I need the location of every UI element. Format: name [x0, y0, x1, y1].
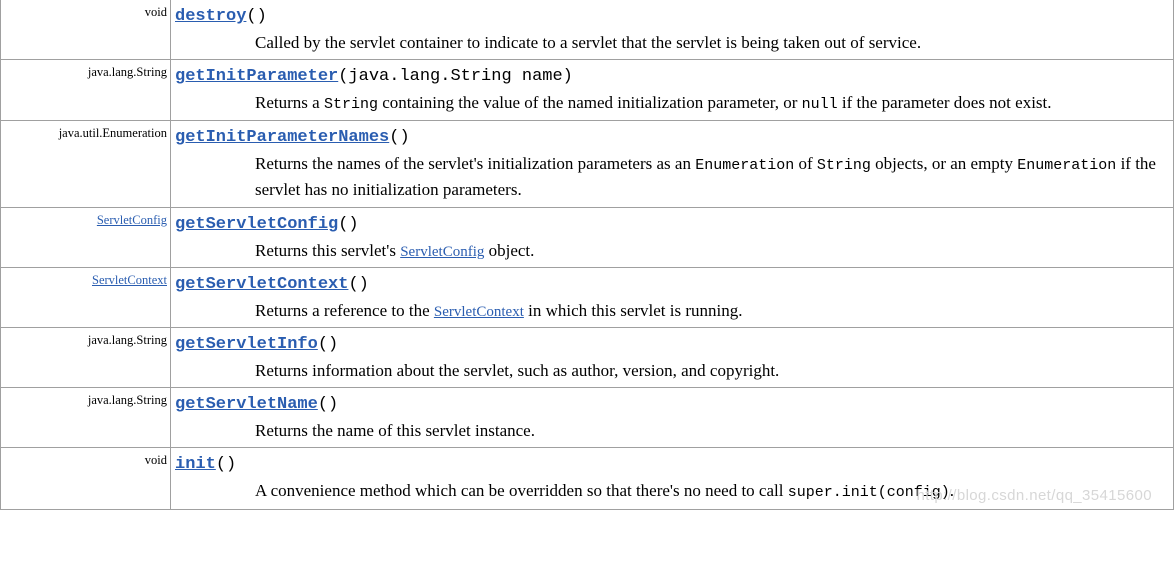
method-params: () — [318, 335, 338, 354]
table-row: voidinit() A convenience method which can… — [1, 448, 1174, 509]
return-type: ServletContext — [1, 268, 171, 328]
table-row: java.util.EnumerationgetInitParameterNam… — [1, 121, 1174, 208]
table-row: ServletConfig getServletConfig() Returns t… — [1, 207, 1174, 267]
table-row: ServletContext getServletContext() Returns… — [1, 268, 1174, 328]
method-description: Returns a reference to the ServletContex… — [175, 298, 1169, 324]
inline-code: String — [817, 157, 871, 174]
method-params: () — [246, 7, 266, 26]
method-cell: getServletInfo() Returns information abou… — [171, 328, 1174, 388]
inline-code: String — [324, 96, 378, 113]
method-cell: getInitParameter(java.lang.String name) R… — [171, 60, 1174, 121]
inline-type-link[interactable]: ServletConfig — [400, 244, 484, 260]
method-description: Returns a String containing the value of… — [175, 90, 1169, 117]
method-link[interactable]: init — [175, 455, 216, 474]
method-description: Returns this servlet's ServletConfig obj… — [175, 238, 1169, 264]
return-type: java.lang.String — [1, 328, 171, 388]
method-params: () — [318, 395, 338, 414]
method-cell: getInitParameterNames() Returns the names… — [171, 121, 1174, 208]
table-row: java.lang.StringgetServletInfo() Returns … — [1, 328, 1174, 388]
method-link[interactable]: getServletContext — [175, 275, 348, 294]
table-row: java.lang.StringgetInitParameter(java.la… — [1, 60, 1174, 121]
method-summary-table: voiddestroy()Called by the servlet conta… — [0, 0, 1174, 510]
table-row: java.lang.StringgetServletName() Returns … — [1, 388, 1174, 448]
method-cell: getServletName() Returns the name of this… — [171, 388, 1174, 448]
method-params: () — [389, 128, 409, 147]
method-cell: init() A convenience method which can be … — [171, 448, 1174, 509]
method-params: () — [216, 455, 236, 474]
return-type-link[interactable]: ServletConfig — [97, 213, 167, 227]
return-type: void — [1, 0, 171, 60]
return-type-link[interactable]: ServletContext — [92, 273, 167, 287]
return-type: void — [1, 448, 171, 509]
method-link[interactable]: destroy — [175, 7, 246, 26]
method-description: Returns information about the servlet, s… — [175, 358, 1169, 384]
inline-code: Enumeration — [695, 157, 794, 174]
return-type: java.util.Enumeration — [1, 121, 171, 208]
method-cell: destroy() Called by the servlet container… — [171, 0, 1174, 60]
method-link[interactable]: getServletInfo — [175, 335, 318, 354]
inline-code: null — [802, 96, 838, 113]
method-description: Returns the names of the servlet's initi… — [175, 151, 1169, 203]
method-params: () — [348, 275, 368, 294]
table-row: voiddestroy() Called by the servlet conta… — [1, 0, 1174, 60]
method-link[interactable]: getInitParameterNames — [175, 128, 389, 147]
method-params: () — [338, 215, 358, 234]
inline-code: Enumeration — [1017, 157, 1116, 174]
method-cell: getServletConfig() Returns this servlet's… — [171, 207, 1174, 267]
method-cell: getServletContext() Returns a reference t… — [171, 268, 1174, 328]
return-type: ServletConfig — [1, 207, 171, 267]
return-type: java.lang.String — [1, 388, 171, 448]
method-link[interactable]: getServletName — [175, 395, 318, 414]
method-link[interactable]: getInitParameter — [175, 67, 338, 86]
method-description: Called by the servlet container to indic… — [175, 30, 1169, 56]
method-link[interactable]: getServletConfig — [175, 215, 338, 234]
return-type: java.lang.String — [1, 60, 171, 121]
inline-code: super.init(config) — [788, 484, 950, 501]
inline-type-link[interactable]: ServletContext — [434, 304, 524, 320]
method-description: A convenience method which can be overri… — [175, 478, 1169, 505]
method-params: (java.lang.String name) — [338, 67, 573, 86]
method-description: Returns the name of this servlet instanc… — [175, 418, 1169, 444]
